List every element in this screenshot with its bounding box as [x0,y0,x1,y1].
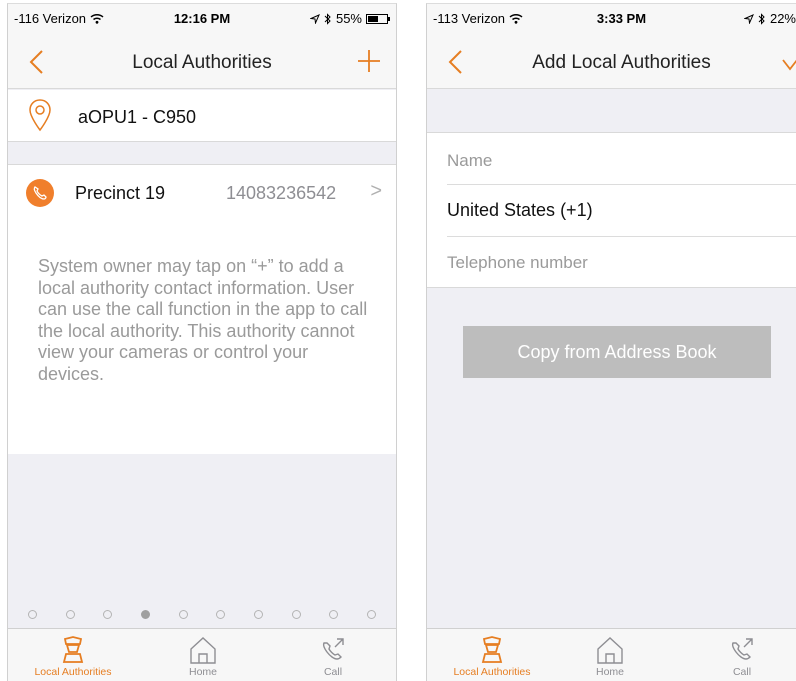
phone-call-icon [731,638,753,660]
name-placeholder: Name [447,151,493,170]
battery-percent: 22% [769,11,796,26]
telephone-placeholder: Telephone number [447,253,588,272]
authority-panel: Precinct 19 14083236542 > System owner m… [8,164,396,454]
info-text: System owner may tap on “+” to add a loc… [38,256,368,384]
status-bar: -113 Verizon 3:33 PM 22% [427,4,796,34]
phone-icon [26,179,54,207]
page-dot[interactable] [291,610,301,619]
location-arrow-icon [309,13,320,24]
page-indicator[interactable] [28,610,376,619]
tab-local-authorities[interactable]: Local Authorities [427,629,557,681]
location-arrow-icon [743,13,754,24]
tab-call[interactable]: Call [268,629,396,681]
checkmark-icon[interactable] [780,48,796,74]
add-local-authorities-screen: -113 Verizon 3:33 PM 22% Add Local Autho… [426,3,796,681]
page-title: Local Authorities [132,52,272,73]
bluetooth-icon [324,12,331,25]
country-value: United States (+1) [447,200,593,220]
battery-fill [368,15,378,22]
page-dot[interactable] [329,610,339,619]
battery-percent: 55% [335,11,362,26]
authority-row[interactable]: Precinct 19 14083236542 > [8,165,396,221]
chevron-right-icon: > [370,180,382,202]
nav-bar: Add Local Authorities [427,34,796,89]
tab-local-authorities[interactable]: Local Authorities [8,629,138,681]
page-dot[interactable] [103,610,113,619]
page-dot[interactable] [65,610,75,619]
tab-label: Call [732,666,752,678]
page-dot[interactable] [216,610,226,619]
home-icon [190,637,216,664]
country-selector[interactable]: United States (+1) > [427,185,796,236]
page-dot[interactable] [366,610,376,619]
officer-icon [62,636,84,663]
page-dot-active[interactable] [140,610,150,619]
telephone-field[interactable]: Telephone number [427,237,796,289]
tab-bar: Local Authorities Home Call [8,628,396,681]
name-field[interactable]: Name [427,133,796,185]
officer-icon [481,636,503,663]
tab-label: Local Authorities [453,666,531,678]
location-pin-icon [29,99,51,132]
tab-call[interactable]: Call [677,629,796,681]
tab-label: Home [595,666,624,678]
plus-icon[interactable] [356,48,382,74]
authority-phone: 14083236542 [226,183,337,203]
tab-label: Home [188,666,217,678]
battery-icon [366,13,390,24]
authority-name: Precinct 19 [75,183,166,203]
tab-home[interactable]: Home [545,629,675,681]
status-time: 3:33 PM [596,11,647,26]
phone-call-icon [322,638,344,660]
nav-bar: Local Authorities [8,34,396,89]
status-right: 55% [309,11,390,26]
local-authorities-screen: -116 Verizon 12:16 PM 55% Local Authorit… [7,3,397,681]
page-title: Add Local Authorities [532,52,711,73]
status-bar: -116 Verizon 12:16 PM 55% [8,4,396,34]
tab-label: Local Authorities [34,666,112,678]
page-dot[interactable] [253,610,263,619]
authority-form: Name United States (+1) > Telephone numb… [427,132,796,288]
page-dot[interactable] [28,610,37,619]
copy-from-address-book-button[interactable]: Copy from Address Book [463,326,771,378]
location-name: aOPU1 - C950 [78,107,197,127]
tab-home[interactable]: Home [138,629,268,681]
bluetooth-icon [758,12,765,25]
home-icon [597,637,623,664]
tab-label: Call [323,666,343,678]
tab-bar: Local Authorities Home Call [427,628,796,681]
location-row[interactable]: aOPU1 - C950 [8,90,396,142]
status-right: 22% [743,11,796,26]
page-dot[interactable] [178,610,188,619]
